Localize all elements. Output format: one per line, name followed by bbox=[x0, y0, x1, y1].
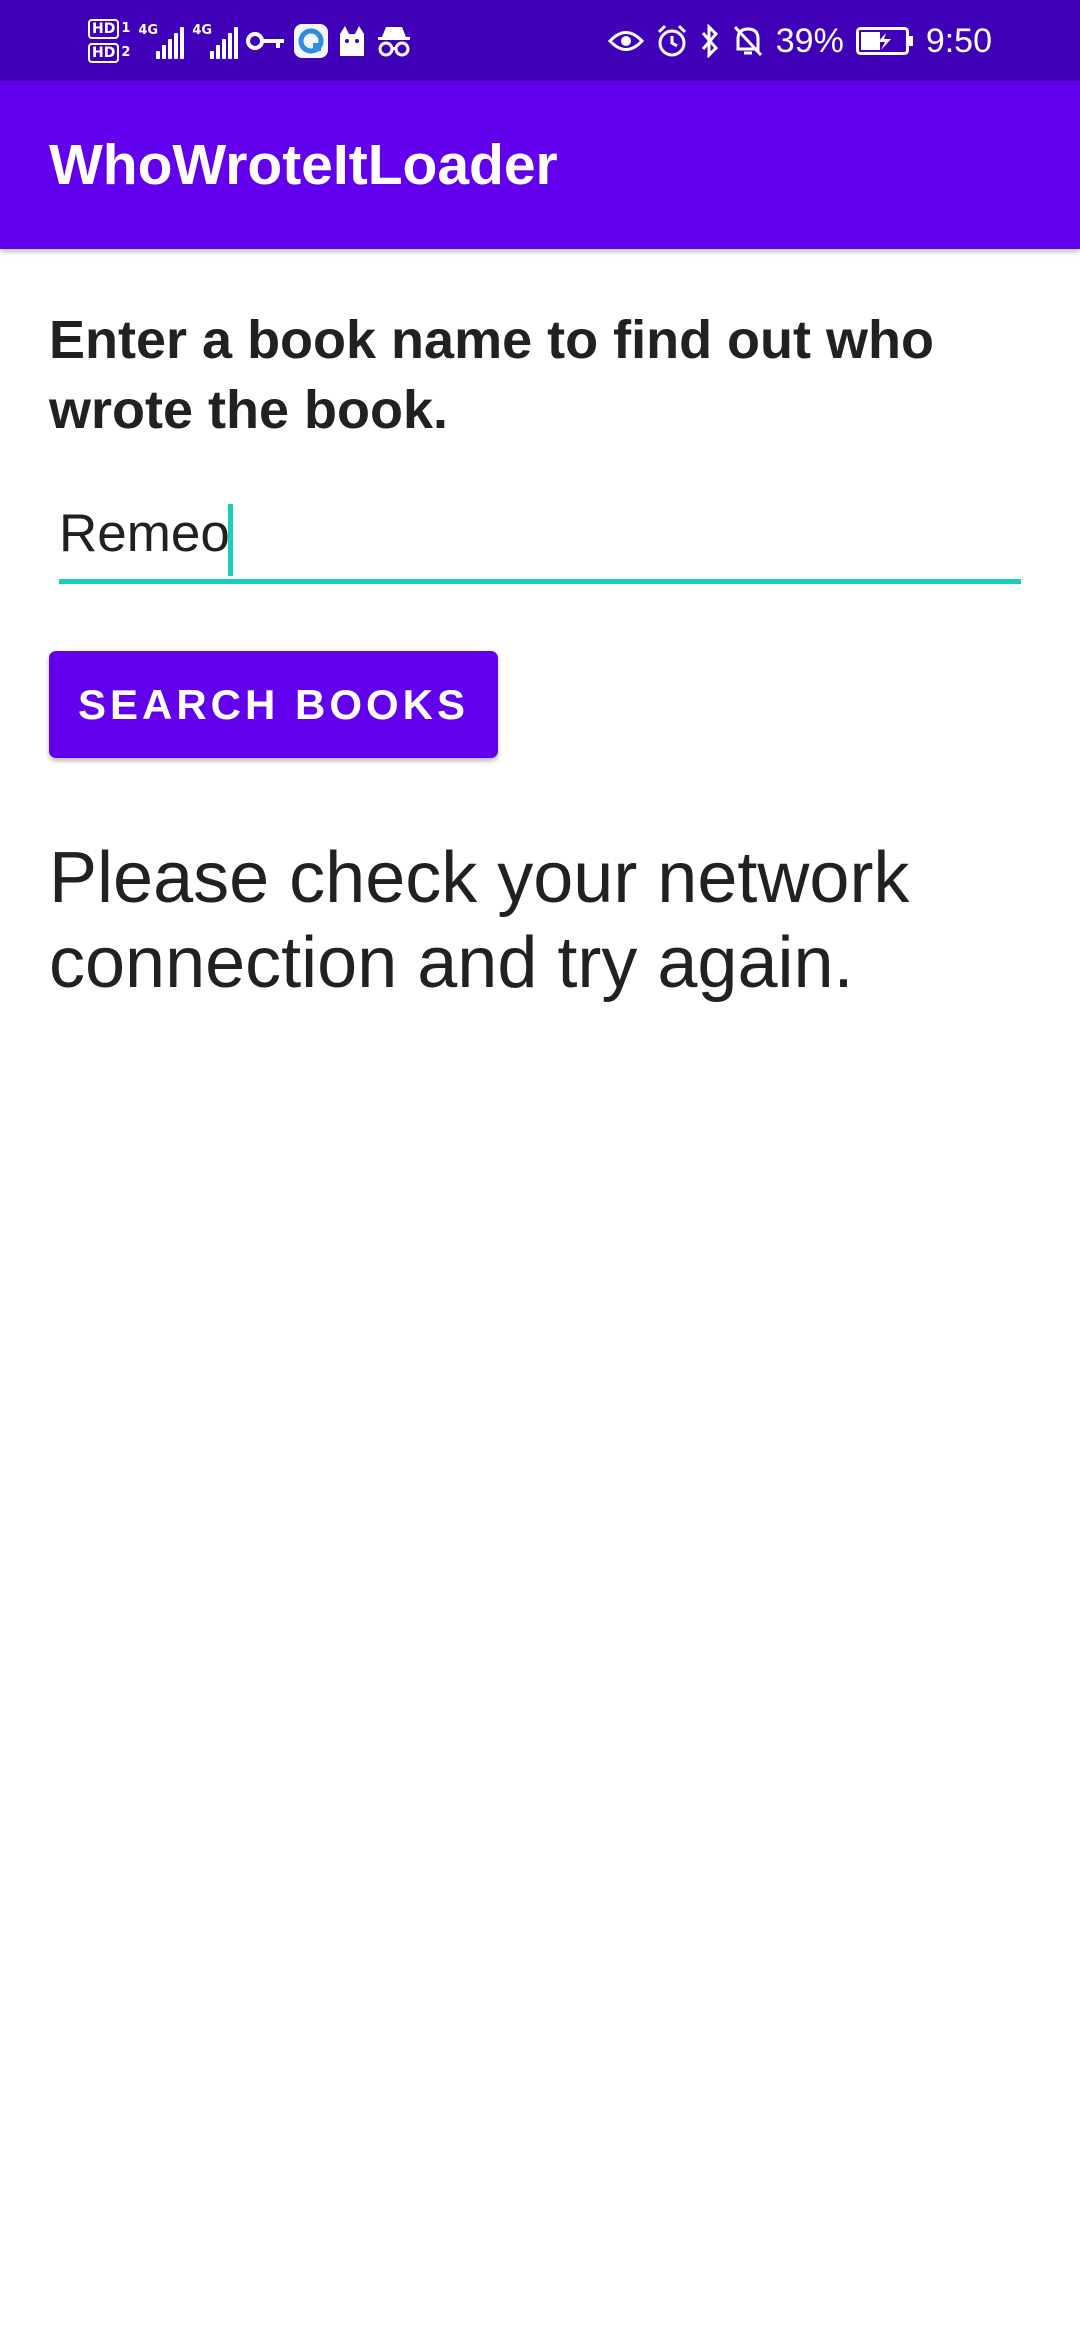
status-bar-right: 39% 9:50 bbox=[607, 10, 992, 72]
sim1-hd-badge: HD 1 bbox=[88, 19, 130, 39]
sim-indicators: HD 1 HD 2 bbox=[88, 19, 130, 63]
vpn-key-icon bbox=[246, 29, 286, 53]
sim1-hd-label: HD bbox=[88, 19, 120, 39]
result-message: Please check your network connection and… bbox=[49, 838, 910, 1003]
alarm-icon bbox=[656, 24, 688, 58]
signal-1-icon: 4G bbox=[138, 23, 185, 59]
text-cursor bbox=[228, 504, 233, 576]
battery-charging-icon bbox=[855, 27, 914, 55]
signal-2-icon: 4G bbox=[192, 23, 239, 59]
status-bar: HD 1 HD 2 4G 4G 39% 9:50 bbox=[0, 0, 1080, 81]
bell-off-icon bbox=[732, 24, 764, 58]
status-bar-left: HD 1 HD 2 4G 4G bbox=[88, 10, 412, 72]
instructions-text: Enter a book name to find out who wrote … bbox=[49, 310, 934, 440]
network-2-label: 4G bbox=[192, 23, 213, 38]
clock: 9:50 bbox=[925, 22, 992, 60]
app-bar: WhoWroteItLoader bbox=[0, 81, 1080, 249]
cat-app-icon bbox=[336, 24, 368, 58]
sim1-number: 1 bbox=[121, 21, 131, 36]
incognito-icon bbox=[376, 25, 412, 57]
network-1-label: 4G bbox=[138, 23, 159, 38]
eye-icon bbox=[607, 28, 644, 54]
book-input-container bbox=[59, 500, 1021, 588]
sim2-hd-label: HD bbox=[88, 43, 120, 63]
search-books-button[interactable]: SEARCH BOOKS bbox=[49, 651, 498, 758]
app-title: WhoWroteItLoader bbox=[49, 133, 558, 197]
book-name-input[interactable] bbox=[59, 500, 1021, 584]
sim2-hd-badge: HD 2 bbox=[88, 43, 130, 63]
bluetooth-icon bbox=[700, 24, 720, 58]
battery-percent: 39% bbox=[775, 22, 844, 60]
browser-app-icon bbox=[294, 24, 329, 58]
sim2-number: 2 bbox=[121, 45, 131, 60]
